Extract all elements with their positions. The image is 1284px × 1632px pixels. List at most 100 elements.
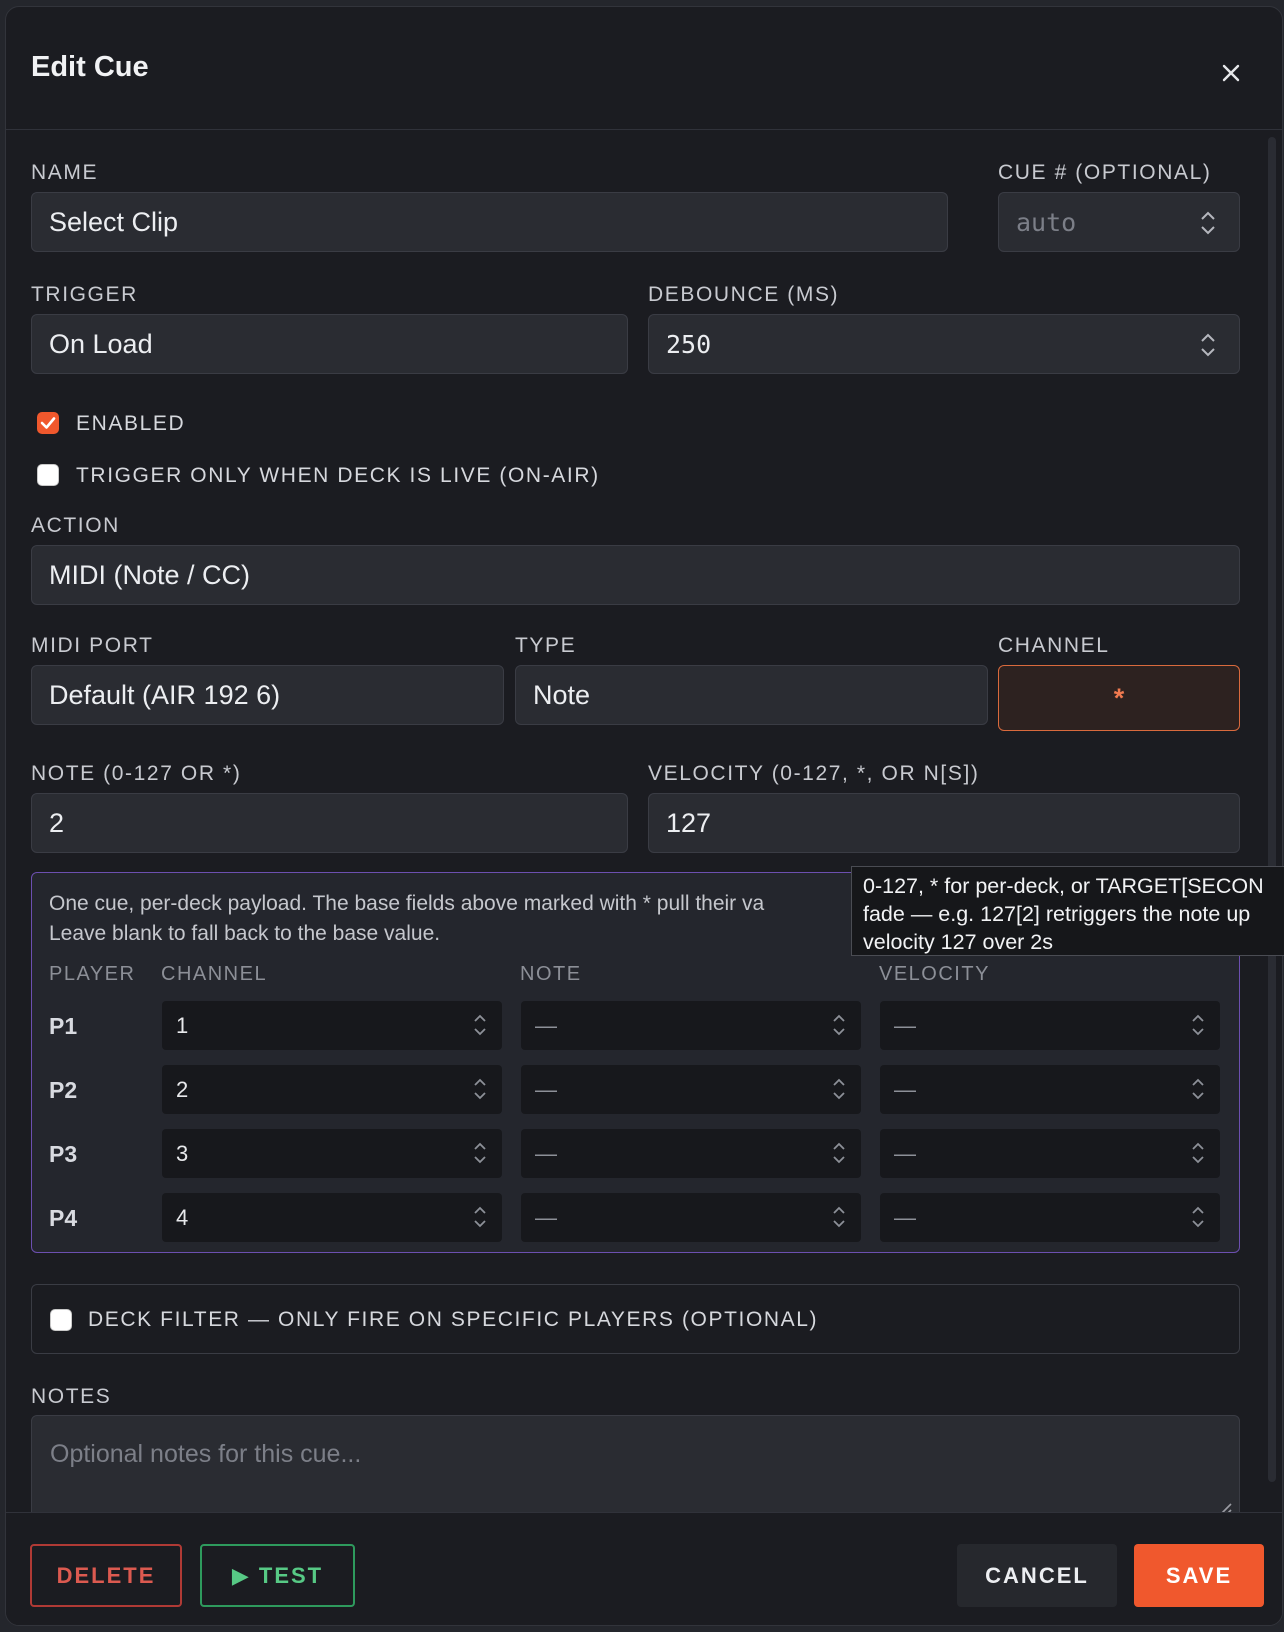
cell-value: — (894, 1012, 916, 1038)
velocity-tooltip: 0-127, * for per-deck, or TARGET[SECON f… (851, 866, 1284, 956)
velocity-value: 127 (666, 807, 712, 838)
trigger-value: On Load (49, 328, 153, 359)
chevron-updown-icon[interactable] (472, 1011, 488, 1039)
notes-textarea[interactable]: Optional notes for this cue... (31, 1415, 1240, 1525)
note-cell-p1[interactable]: — (521, 1001, 861, 1050)
debounce-input[interactable]: 250 (648, 314, 1240, 374)
action-value: MIDI (Note / CC) (49, 559, 251, 590)
edit-cue-dialog: Edit Cue NAME Select Clip CUE # (OPTIONA… (5, 6, 1283, 1626)
note-value: 2 (49, 807, 65, 838)
cell-value: 2 (176, 1076, 189, 1102)
test-button[interactable]: ▶ TEST (200, 1544, 355, 1607)
trigger-label: TRIGGER (31, 283, 138, 306)
cue-number-placeholder: auto (1016, 207, 1077, 237)
chevron-updown-icon[interactable] (831, 1011, 847, 1039)
enabled-checkbox[interactable] (37, 412, 59, 434)
velocity-cell-p1[interactable]: — (880, 1001, 1220, 1050)
per-deck-info-line2: Leave blank to fall back to the base val… (49, 922, 441, 945)
chevron-updown-icon[interactable] (1190, 1139, 1206, 1167)
player-label: P1 (49, 1013, 78, 1039)
cue-number-label: CUE # (OPTIONAL) (998, 161, 1212, 184)
name-value: Select Clip (49, 206, 179, 237)
cancel-button[interactable]: CANCEL (957, 1544, 1117, 1607)
type-select[interactable]: Note (515, 665, 988, 725)
channel-cell-p3[interactable]: 3 (162, 1129, 502, 1178)
tooltip-line2: fade — e.g. 127[2] retriggers the note u… (863, 902, 1251, 926)
player-label: P4 (49, 1205, 78, 1231)
chevron-updown-icon[interactable] (472, 1075, 488, 1103)
action-label: ACTION (31, 514, 120, 537)
player-label: P3 (49, 1141, 78, 1167)
deck-filter-row[interactable]: DECK FILTER — ONLY FIRE ON SPECIFIC PLAY… (31, 1284, 1240, 1354)
cell-value: — (894, 1076, 916, 1102)
trigger-select[interactable]: On Load (31, 314, 628, 374)
chevron-updown-icon[interactable] (1190, 1011, 1206, 1039)
note-label: NOTE (0-127 OR *) (31, 762, 242, 785)
enabled-label: ENABLED (76, 412, 186, 435)
cue-number-input[interactable]: auto (998, 192, 1240, 252)
scrollbar[interactable] (1268, 137, 1276, 1482)
dialog-header: Edit Cue (6, 7, 1282, 130)
chevron-updown-icon[interactable] (472, 1139, 488, 1167)
col-header-channel: CHANNEL (161, 963, 268, 985)
dialog-footer: DELETE ▶ TEST CANCEL SAVE (6, 1512, 1282, 1625)
cell-value: — (535, 1140, 557, 1166)
chevron-updown-icon[interactable] (831, 1203, 847, 1231)
type-value: Note (533, 679, 591, 710)
velocity-label: VELOCITY (0-127, *, OR N[S]) (648, 762, 980, 785)
cell-value: — (894, 1204, 916, 1230)
channel-input[interactable]: * (998, 665, 1240, 731)
name-input[interactable]: Select Clip (31, 192, 948, 252)
col-header-player: PLAYER (49, 963, 136, 985)
live-only-checkbox[interactable] (37, 464, 59, 486)
tooltip-line3: velocity 127 over 2s (863, 930, 1054, 954)
note-cell-p2[interactable]: — (521, 1065, 861, 1114)
cell-value: 3 (176, 1140, 189, 1166)
chevron-updown-icon[interactable] (1190, 1075, 1206, 1103)
per-deck-info: One cue, per-deck payload. The base fiel… (49, 889, 849, 949)
cell-value: — (535, 1204, 557, 1230)
delete-button[interactable]: DELETE (30, 1544, 182, 1607)
velocity-cell-p3[interactable]: — (880, 1129, 1220, 1178)
channel-cell-p1[interactable]: 1 (162, 1001, 502, 1050)
channel-cell-p4[interactable]: 4 (162, 1193, 502, 1242)
col-header-velocity: VELOCITY (879, 963, 990, 985)
cell-value: 1 (176, 1012, 189, 1038)
name-label: NAME (31, 161, 99, 184)
chevron-updown-icon[interactable] (831, 1075, 847, 1103)
midi-port-value: Default (AIR 192 6) (49, 679, 281, 710)
midi-port-label: MIDI PORT (31, 634, 154, 657)
debounce-value: 250 (666, 329, 712, 359)
cell-value: — (894, 1140, 916, 1166)
player-label: P2 (49, 1077, 78, 1103)
channel-cell-p2[interactable]: 2 (162, 1065, 502, 1114)
velocity-input[interactable]: 127 (648, 793, 1240, 853)
action-select[interactable]: MIDI (Note / CC) (31, 545, 1240, 605)
midi-port-select[interactable]: Default (AIR 192 6) (31, 665, 504, 725)
tooltip-line1: 0-127, * for per-deck, or TARGET[SECON (863, 874, 1264, 898)
channel-label: CHANNEL (998, 634, 1110, 657)
chevron-updown-icon[interactable] (1190, 1203, 1206, 1231)
live-only-label: TRIGGER ONLY WHEN DECK IS LIVE (ON-AIR) (76, 464, 600, 487)
col-header-note: NOTE (520, 963, 582, 985)
chevron-updown-icon[interactable] (472, 1203, 488, 1231)
notes-label: NOTES (31, 1385, 112, 1408)
type-label: TYPE (515, 634, 577, 657)
channel-value: * (1113, 682, 1125, 713)
chevron-updown-icon[interactable] (1199, 209, 1217, 237)
note-cell-p3[interactable]: — (521, 1129, 861, 1178)
deck-filter-label: DECK FILTER — ONLY FIRE ON SPECIFIC PLAY… (88, 1308, 819, 1331)
debounce-label: DEBOUNCE (MS) (648, 283, 840, 306)
close-icon[interactable] (1213, 55, 1249, 91)
note-input[interactable]: 2 (31, 793, 628, 853)
velocity-cell-p2[interactable]: — (880, 1065, 1220, 1114)
chevron-updown-icon[interactable] (1199, 331, 1217, 359)
deck-filter-checkbox[interactable] (50, 1309, 72, 1331)
chevron-updown-icon[interactable] (831, 1139, 847, 1167)
save-button[interactable]: SAVE (1134, 1544, 1264, 1607)
velocity-cell-p4[interactable]: — (880, 1193, 1220, 1242)
cell-value: 4 (176, 1204, 189, 1230)
note-cell-p4[interactable]: — (521, 1193, 861, 1242)
cell-value: — (535, 1012, 557, 1038)
per-deck-info-line1: One cue, per-deck payload. The base fiel… (49, 892, 765, 915)
